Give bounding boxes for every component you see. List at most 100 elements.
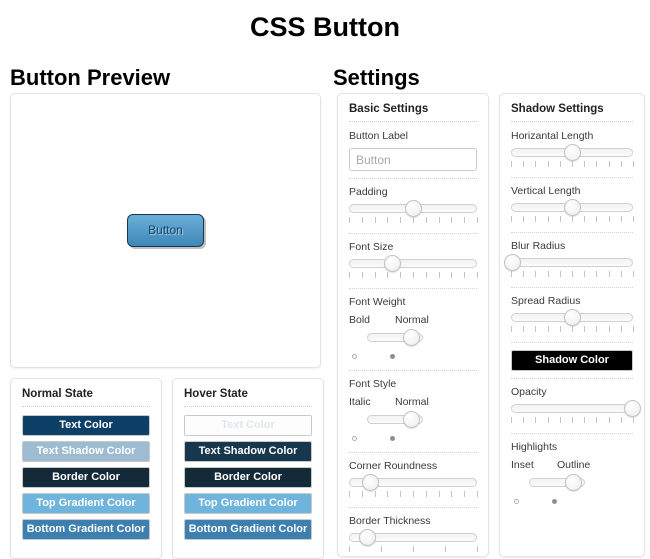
font-weight-label: Font Weight <box>349 296 406 308</box>
padding-field: Padding <box>349 186 478 233</box>
button-preview-panel: Button <box>10 93 321 368</box>
blur-radius-field: Blur Radius <box>503 240 634 287</box>
font-style-options: Italic Normal <box>349 396 477 408</box>
font-weight-toggle[interactable] <box>367 329 429 347</box>
font-size-slider[interactable] <box>349 255 478 281</box>
shadow-settings-separator <box>511 342 633 343</box>
opacity-field: Opacity <box>511 386 641 433</box>
shadow-color-button[interactable]: Shadow Color <box>511 350 633 371</box>
font-weight-toggle-handle[interactable] <box>402 329 420 346</box>
shadow-settings-title: Shadow Settings <box>511 103 604 115</box>
border-thickness-slider-track[interactable] <box>349 529 477 546</box>
blur-radius-slider-track[interactable] <box>503 254 633 271</box>
padding-slider-handle[interactable] <box>404 200 422 217</box>
border-thickness-slider-handle[interactable] <box>359 529 377 546</box>
blur-radius-slider[interactable] <box>503 254 634 280</box>
vertical-length-slider-handle[interactable] <box>563 199 581 216</box>
font-style-option-left[interactable]: Italic <box>349 396 395 408</box>
vertical-length-slider[interactable] <box>511 199 634 225</box>
preview-stage: Button <box>11 94 320 367</box>
spread-radius-label: Spread Radius <box>511 295 581 307</box>
spread-radius-slider-handle[interactable] <box>563 309 581 326</box>
font-style-toggle-handle[interactable] <box>402 411 420 428</box>
font-weight-radio-left[interactable] <box>352 354 357 359</box>
font-size-slider-handle[interactable] <box>384 255 402 272</box>
padding-slider[interactable] <box>349 200 478 226</box>
font-size-slider-track[interactable] <box>349 255 477 272</box>
normal-state-color-list: Text Color Text Shadow Color Border Color T… <box>11 415 161 540</box>
normal-state-text-color-button[interactable]: Text Color <box>22 415 150 436</box>
font-size-field: Font Size <box>349 241 478 288</box>
basic-settings-divider <box>349 121 477 122</box>
vertical-length-slider-track[interactable] <box>511 199 633 216</box>
highlights-option-left[interactable]: Inset <box>511 459 557 471</box>
font-style-radio-left[interactable] <box>352 436 357 441</box>
highlights-toggle[interactable] <box>529 474 591 492</box>
spread-radius-field: Spread Radius <box>511 295 634 342</box>
basic-settings-separator <box>349 507 477 508</box>
button-label-input[interactable] <box>349 148 477 171</box>
css-button-generator-app: CSS Button Button Preview Settings Butto… <box>0 0 650 559</box>
hover-state-color-list: Text Color Text Shadow Color Border Color T… <box>173 415 323 540</box>
border-thickness-slider[interactable] <box>349 529 478 555</box>
shadow-settings-separator <box>511 177 633 178</box>
highlights-label: Highlights <box>511 441 558 453</box>
spread-radius-slider-ticks <box>511 326 634 335</box>
font-size-label: Font Size <box>349 241 394 253</box>
opacity-slider-ticks <box>511 417 634 426</box>
corner-roundness-slider-track[interactable] <box>349 474 477 491</box>
hover-state-bottom-gradient-color-button[interactable]: Bottom Gradient Color <box>184 519 312 540</box>
corner-roundness-slider[interactable] <box>349 474 478 500</box>
padding-slider-track[interactable] <box>349 200 477 217</box>
horizantal-length-slider-ticks <box>511 161 634 170</box>
highlights-radio-group <box>511 496 633 508</box>
page-title: CSS Button <box>250 12 400 42</box>
shadow-settings-separator <box>511 287 633 288</box>
horizantal-length-field: Horizantal Length <box>511 130 634 177</box>
hover-state-border-color-button[interactable]: Border Color <box>184 467 312 488</box>
font-weight-option-left[interactable]: Bold <box>349 314 395 326</box>
normal-state-top-gradient-color-button[interactable]: Top Gradient Color <box>22 493 150 514</box>
hover-state-text-shadow-color-button[interactable]: Text Shadow Color <box>184 441 312 462</box>
spread-radius-slider[interactable] <box>511 309 634 335</box>
highlights-option-right[interactable]: Outline <box>557 459 590 471</box>
normal-state-border-color-button[interactable]: Border Color <box>22 467 150 488</box>
padding-label: Padding <box>349 186 388 198</box>
shadow-settings-divider <box>511 121 633 122</box>
highlights-radio-left[interactable] <box>514 499 519 504</box>
opacity-slider-handle[interactable] <box>623 400 641 417</box>
font-style-field: Font Style Italic Normal <box>349 378 477 452</box>
font-style-option-right[interactable]: Normal <box>395 396 429 408</box>
button-label-caption: Button Label <box>349 130 408 142</box>
horizantal-length-slider-handle[interactable] <box>563 144 581 161</box>
horizantal-length-slider-track[interactable] <box>511 144 633 161</box>
shadow-settings-separator <box>511 433 633 434</box>
hover-state-top-gradient-color-button[interactable]: Top Gradient Color <box>184 493 312 514</box>
font-weight-radio-right[interactable] <box>390 354 395 359</box>
normal-state-bottom-gradient-color-button[interactable]: Bottom Gradient Color <box>22 519 150 540</box>
basic-settings-title: Basic Settings <box>349 103 429 115</box>
font-weight-option-right[interactable]: Normal <box>395 314 429 326</box>
font-style-radio-right[interactable] <box>390 436 395 441</box>
border-thickness-label: Border Thickness <box>349 515 431 527</box>
shadow-settings-panel: Shadow Settings Horizantal Length Vertica… <box>499 93 645 557</box>
highlights-toggle-handle[interactable] <box>564 474 582 491</box>
basic-settings-separator <box>349 178 477 179</box>
highlights-radio-right[interactable] <box>552 499 557 504</box>
font-style-label: Font Style <box>349 378 397 390</box>
horizantal-length-label: Horizantal Length <box>511 130 594 142</box>
opacity-slider[interactable] <box>511 400 641 426</box>
highlights-field: Highlights Inset Outline <box>511 441 633 515</box>
font-style-toggle[interactable] <box>367 411 429 429</box>
normal-state-text-shadow-color-button[interactable]: Text Shadow Color <box>22 441 150 462</box>
spread-radius-slider-track[interactable] <box>511 309 633 326</box>
preview-button[interactable]: Button <box>127 214 204 247</box>
opacity-slider-track[interactable] <box>511 400 641 417</box>
font-size-slider-ticks <box>349 272 478 281</box>
vertical-length-field: Vertical Length <box>511 185 634 232</box>
horizantal-length-slider[interactable] <box>511 144 634 170</box>
blur-radius-slider-handle[interactable] <box>503 254 521 271</box>
corner-roundness-slider-handle[interactable] <box>361 474 379 491</box>
hover-state-title: Hover State <box>184 388 248 400</box>
hover-state-text-color-button[interactable]: Text Color <box>184 415 312 436</box>
